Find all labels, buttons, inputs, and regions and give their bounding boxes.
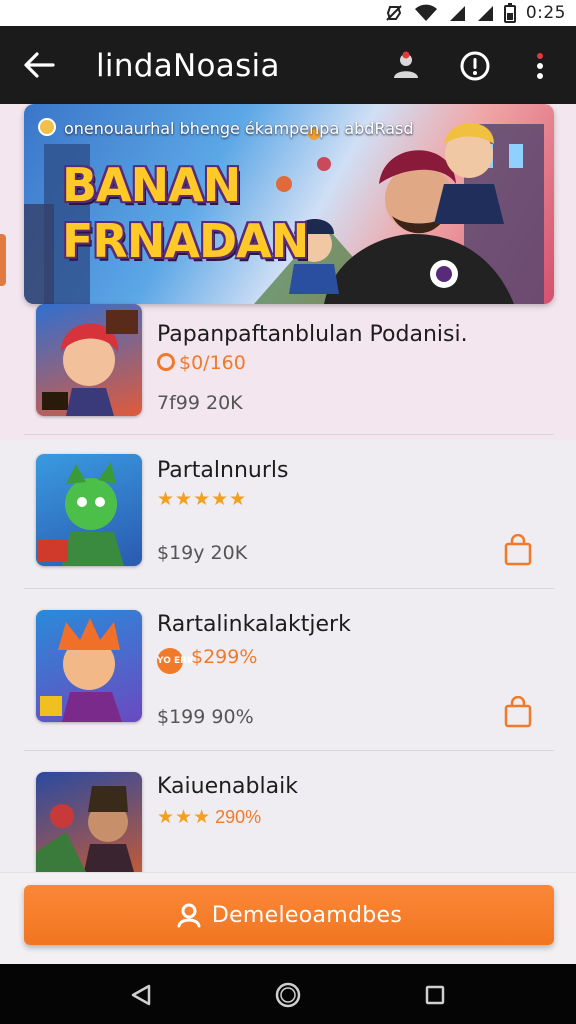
shopping-bag-icon [504,696,532,728]
page-title: lindaNoasia [96,48,280,84]
item-title: Partalnnurls [157,458,289,483]
buy-button[interactable] [500,694,536,730]
carousel-prev-edge[interactable] [0,234,6,286]
user-icon [177,903,201,928]
rating-stars: ★★★ 290% [157,807,262,828]
shopping-bag-icon [504,534,532,566]
wifi-icon [414,4,437,21]
more-options-button[interactable] [520,46,560,86]
item-meta: 7f99 20K [157,392,243,414]
item-price: YO ERK$299% [157,646,257,674]
info-icon [460,51,490,81]
coin-icon [157,353,175,371]
more-vert-icon [537,53,543,79]
list-item[interactable]: Partalnnurls ★★★★★ $19y 20K [0,450,576,586]
game-thumbnail [36,610,142,722]
item-title: Papanpaftanblulan Podanisi. [157,322,468,347]
profile-button[interactable] [386,46,426,86]
item-title: Rartalinkalaktjerk [157,612,351,637]
item-meta: $19y 20K [157,542,248,564]
item-title: Kaiuenablaik [157,774,298,799]
battery-icon [503,3,516,23]
divider [24,750,554,751]
primary-action-label: Demeleoamdbes [211,902,403,928]
divider [24,588,554,589]
nav-recents-button[interactable] [418,978,452,1012]
back-button[interactable] [18,46,60,84]
primary-action-button[interactable]: Demeleoamdbes [24,885,554,945]
profile-icon [394,51,418,78]
list-item[interactable]: Kaiuenablaik ★★★ 290% [0,766,576,872]
game-thumbnail [36,304,142,416]
signal-2-icon [477,6,493,21]
circle-home-icon [275,982,301,1008]
list-item[interactable]: Papanpaftanblulan Podanisi. $0/160 7f99 … [0,304,576,434]
featured-banner[interactable]: onenouaurhal bhenge ékampenpa abdRasd BA… [24,104,554,304]
banner-game-icon [38,118,56,136]
square-recents-icon [425,985,445,1005]
banner-subtitle: onenouaurhal bhenge ékampenpa abdRasd [64,119,414,138]
system-nav-bar [0,964,576,1024]
nav-home-button[interactable] [271,978,305,1012]
game-thumbnail [36,454,142,566]
banner-title-line1: BANAN [62,158,241,212]
list-item[interactable]: Rartalinkalaktjerk YO ERK$299% $199 90% [0,604,576,744]
divider [24,434,554,435]
item-meta: $199 90% [157,706,254,728]
status-bar: 0:25 [0,0,576,26]
info-button[interactable] [455,46,495,86]
buy-button[interactable] [500,532,536,568]
do-not-disturb-icon [386,5,402,21]
back-arrow-icon [24,52,55,78]
game-thumbnail [36,772,142,872]
nav-back-button[interactable] [124,978,158,1012]
signal-icon [449,6,465,21]
rating-stars: ★★★★★ [157,489,248,510]
banner-title-line2: FRNADAN [62,214,309,268]
app-bar: lindaNoasia [0,26,576,104]
triangle-back-icon [131,984,151,1006]
item-price: $0/160 [157,352,246,374]
offer-badge-icon: YO ERK [157,648,194,674]
clock: 0:25 [525,3,566,23]
